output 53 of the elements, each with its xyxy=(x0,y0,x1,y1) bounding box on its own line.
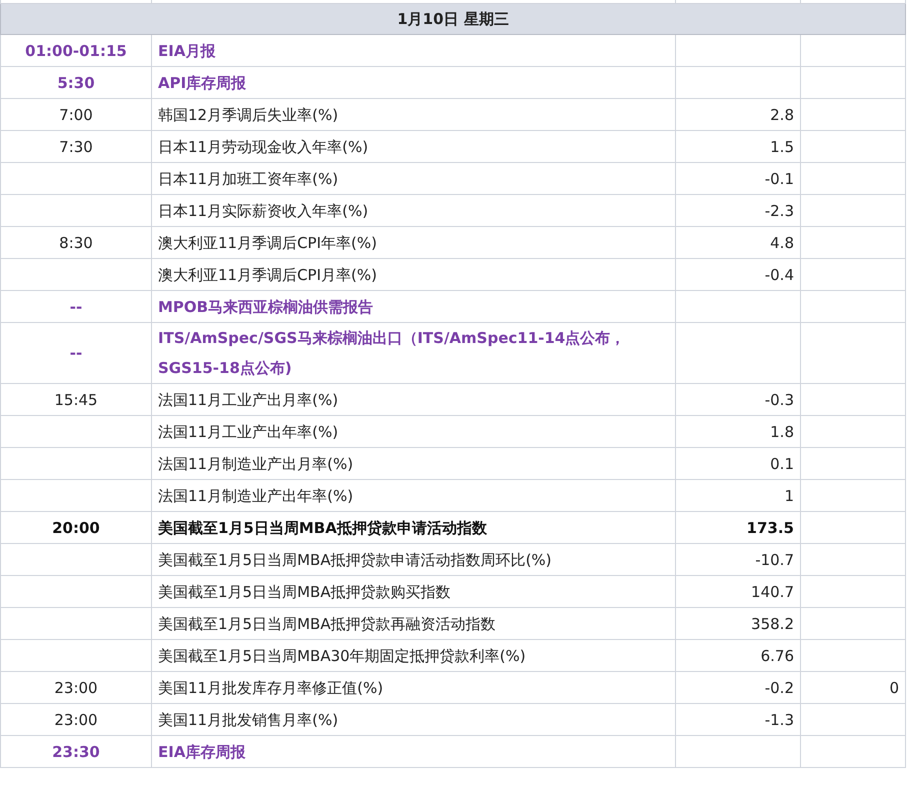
time-cell: 15:45 xyxy=(54,390,98,408)
time-cell: -- xyxy=(70,298,82,316)
event-title: 美国截至1月5日当周MBA抵押贷款申请活动指数 xyxy=(158,518,487,536)
value-cell: -0.1 xyxy=(764,170,794,188)
time-cell: 20:00 xyxy=(52,518,100,536)
time-cell: 8:30 xyxy=(59,234,93,252)
time-cell: 5:30 xyxy=(57,74,95,92)
event-title: 韩国12月季调后失业率(%) xyxy=(158,106,338,124)
time-cell: 7:30 xyxy=(59,138,93,156)
event-title: 美国截至1月5日当周MBA抵押贷款申请活动指数周环比(%) xyxy=(158,550,552,568)
time-cell: -- xyxy=(70,344,82,362)
event-title: EIA月报 xyxy=(158,40,216,62)
event-title: 美国截至1月5日当周MBA30年期固定抵押贷款利率(%) xyxy=(158,646,526,664)
event-title: 美国截至1月5日当周MBA抵押贷款购买指数 xyxy=(158,582,451,600)
event-title: 美国11月批发库存月率修正值(%) xyxy=(158,678,384,696)
event-title: 美国截至1月5日当周MBA抵押贷款再融资活动指数 xyxy=(158,614,496,632)
value-cell: -2.3 xyxy=(764,202,794,220)
event-title: MPOB马来西亚棕榈油供需报告 xyxy=(158,296,374,318)
event-title: 澳大利亚11月季调后CPI月率(%) xyxy=(158,266,377,284)
value-cell: 1 xyxy=(784,486,794,504)
event-title: 法国11月工业产出年率(%) xyxy=(158,422,338,440)
time-cell: 23:30 xyxy=(52,742,100,760)
value-cell: -0.2 xyxy=(764,678,794,696)
value-cell: 1.5 xyxy=(770,138,794,156)
time-cell: 23:00 xyxy=(54,710,98,728)
event-title: 日本11月实际薪资收入年率(%) xyxy=(158,202,368,220)
event-title: 法国11月工业产出月率(%) xyxy=(158,390,338,408)
value-cell: 358.2 xyxy=(751,614,794,632)
date-header: 1月10日 星期三 xyxy=(0,4,906,34)
event-title: 日本11月加班工资年率(%) xyxy=(158,170,338,188)
value-cell: -0.4 xyxy=(764,266,794,284)
value-cell: 0 xyxy=(889,678,899,696)
event-title: 日本11月劳动现金收入年率(%) xyxy=(158,138,368,156)
time-cell: 23:00 xyxy=(54,678,98,696)
value-cell: 2.8 xyxy=(770,106,794,124)
value-cell: -1.3 xyxy=(764,710,794,728)
value-cell: 173.5 xyxy=(746,518,794,536)
event-title: 澳大利亚11月季调后CPI年率(%) xyxy=(158,234,377,252)
event-title: EIA库存周报 xyxy=(158,742,246,762)
event-title: 法国11月制造业产出年率(%) xyxy=(158,486,354,504)
value-cell: -0.3 xyxy=(764,390,794,408)
value-cell: 1.8 xyxy=(770,422,794,440)
value-cell: -10.7 xyxy=(755,550,794,568)
value-cell: 4.8 xyxy=(770,234,794,252)
event-title: ITS/AmSpec/SGS马来棕榈油出口（ITS/AmSpec11-14点公布，SGS15-18点公布) xyxy=(158,328,626,379)
time-cell: 7:00 xyxy=(59,106,93,124)
value-cell: 6.76 xyxy=(760,646,794,664)
time-cell: 01:00-01:15 xyxy=(25,42,127,60)
event-title: 法国11月制造业产出月率(%) xyxy=(158,454,354,472)
value-cell: 140.7 xyxy=(751,582,794,600)
value-cell: 0.1 xyxy=(770,454,794,472)
event-title: API库存周报 xyxy=(158,72,248,94)
event-title: 美国11月批发销售月率(%) xyxy=(158,710,338,728)
